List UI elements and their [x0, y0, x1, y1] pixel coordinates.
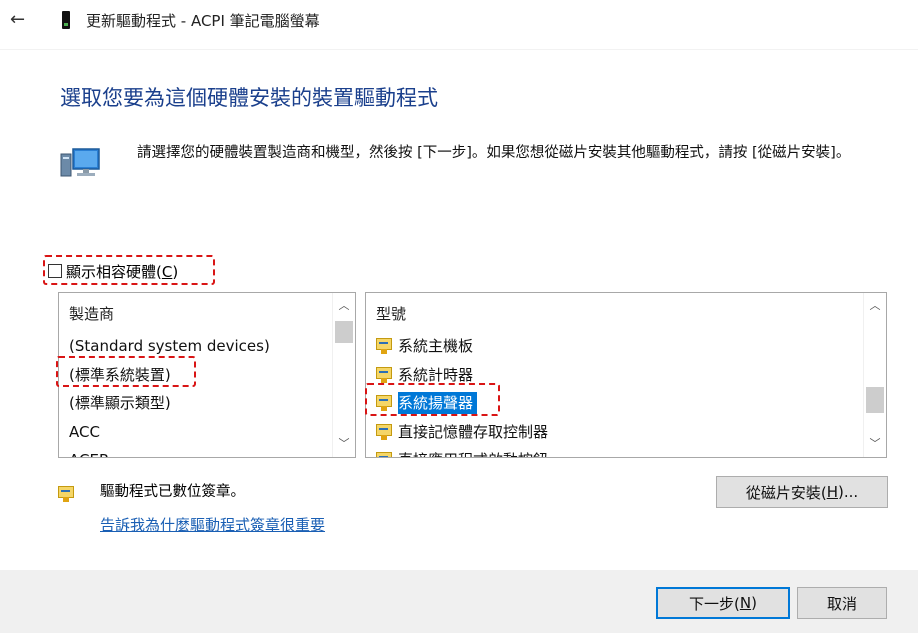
manufacturer-column-header: 製造商	[69, 305, 115, 323]
cancel-button[interactable]: 取消	[797, 587, 887, 619]
chevron-down-icon[interactable]: ﹀	[333, 433, 355, 455]
annotation-highlight	[56, 356, 196, 387]
next-button[interactable]: 下一步(N)	[656, 587, 790, 619]
have-disk-button[interactable]: 從磁片安裝(H)...	[716, 476, 888, 508]
driver-icon	[376, 338, 394, 354]
signed-status-text: 驅動程式已數位簽章。	[100, 484, 245, 500]
divider	[0, 49, 918, 50]
list-item[interactable]: 直接應用程式啟動按鈕	[376, 449, 548, 457]
model-listbox[interactable]: 型號 系統主機板 系統計時器 系統揚聲器 直接記憶體存取控制器 直接應用程式啟動…	[365, 292, 887, 458]
model-column-header: 型號	[376, 305, 407, 323]
arrow-left-icon[interactable]: ←	[10, 9, 25, 30]
driver-icon	[376, 452, 394, 457]
chevron-up-icon[interactable]: ︿	[864, 295, 886, 317]
page-title: 選取您要為這個硬體安裝的裝置驅動程式	[60, 86, 438, 110]
window-title: 更新驅動程式 - ACPI 筆記電腦螢幕	[86, 12, 320, 30]
annotation-highlight	[43, 255, 215, 285]
driver-icon	[376, 366, 394, 383]
list-item[interactable]: ACER	[69, 449, 270, 457]
chevron-down-icon[interactable]: ﹀	[864, 433, 886, 455]
title-bar: ← 更新驅動程式 - ACPI 筆記電腦螢幕	[0, 0, 918, 42]
driver-icon	[376, 423, 394, 440]
list-item[interactable]: (標準顯示類型)	[69, 392, 270, 421]
list-item[interactable]: 系統主機板	[376, 335, 548, 364]
scroll-thumb[interactable]	[866, 387, 884, 413]
list-item[interactable]: 直接記憶體存取控制器	[376, 421, 548, 450]
device-icon	[62, 11, 70, 29]
computer-icon	[60, 148, 100, 177]
vertical-scrollbar[interactable]: ︿ ﹀	[863, 293, 886, 457]
chevron-up-icon[interactable]: ︿	[333, 295, 355, 317]
scroll-thumb[interactable]	[335, 321, 353, 343]
driver-signing-info-link[interactable]: 告訴我為什麼驅動程式簽章很重要	[100, 514, 325, 535]
instruction-text: 請選擇您的硬體裝置製造商和機型，然後按 [下一步]。如果您想從磁片安裝其他驅動程…	[137, 145, 851, 161]
vertical-scrollbar[interactable]: ︿ ﹀	[332, 293, 355, 457]
annotation-highlight	[365, 383, 500, 416]
list-item[interactable]: ACC	[69, 421, 270, 450]
